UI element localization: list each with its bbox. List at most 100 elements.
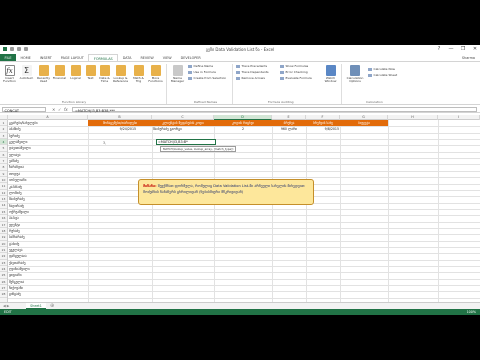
group-defined-names: Defined Names: [194, 100, 218, 104]
calculator-icon: [350, 65, 360, 76]
remove-arrows-button[interactable]: Remove Arrows: [236, 76, 265, 81]
use-in-formula-button[interactable]: Use in Formula: [188, 70, 216, 75]
enter-icon[interactable]: ✓: [58, 107, 61, 112]
data-cell[interactable]: 9/24/2015: [88, 126, 152, 132]
trace-dependents-icon: [236, 70, 240, 74]
more-book-icon: [150, 65, 161, 76]
trace-precedents-button[interactable]: Trace Precedents: [236, 64, 267, 69]
financial-button[interactable]: Financial: [52, 65, 67, 80]
trace-precedents-icon: [236, 64, 240, 68]
formula-tag-icon: [188, 70, 192, 74]
gridline: [8, 297, 480, 299]
gridline: [438, 120, 439, 302]
calculate-now-button[interactable]: Calculate Now: [368, 67, 395, 72]
calculate-sheet-button[interactable]: Calculate Sheet: [368, 73, 397, 78]
watch-window-button[interactable]: Watch Window: [323, 65, 338, 84]
tab-page-layout[interactable]: PAGE LAYOUT: [56, 54, 88, 61]
data-cell[interactable]: 2: [214, 126, 272, 132]
error-checking-icon: [280, 70, 284, 74]
ribbon: fx Insert Function Σ AutoSum Recently Us…: [0, 61, 480, 105]
text-button[interactable]: Text: [83, 65, 98, 80]
calculate-now-icon: [368, 67, 372, 71]
autosum-button[interactable]: Σ AutoSum: [19, 65, 34, 80]
ribbon-tabs: FILE HOME INSERT PAGE LAYOUT FORMULAS DA…: [0, 54, 480, 61]
tab-data[interactable]: DATA: [118, 54, 136, 61]
lookup-reference-button[interactable]: Lookup & Reference: [113, 65, 128, 84]
date-time-button[interactable]: Date & Time: [97, 65, 112, 84]
magnifier-book-icon: [115, 65, 126, 76]
more-functions-button[interactable]: More Functions: [148, 65, 163, 84]
function-tooltip: MATCH(lookup_value, lookup_array, [match…: [160, 146, 237, 152]
define-name-button[interactable]: Define Name: [188, 64, 213, 69]
text-book-icon: [85, 65, 96, 76]
insert-function-icon: fx: [4, 65, 15, 76]
formula-input[interactable]: =MATCH(I3,B3:B38,***: [72, 107, 477, 113]
logical-button[interactable]: Logical: [68, 65, 83, 80]
row-header[interactable]: 28: [0, 291, 7, 298]
gridline: [388, 120, 389, 302]
goal-callout: მიზანი: შევქმნათ ფორმულა, რომელიც Data V…: [138, 179, 314, 205]
sheet-nav-arrows-icon[interactable]: ◀ ▶: [3, 304, 10, 308]
gridline: [88, 120, 89, 302]
help-icon[interactable]: ?: [436, 46, 442, 52]
question-book-icon: [70, 65, 81, 76]
column-a-cell[interactable]: ცინცაძე: [8, 291, 88, 297]
tab-view[interactable]: VIEW: [158, 54, 176, 61]
tab-developer[interactable]: DEVELOPER: [176, 54, 205, 61]
zoom-level[interactable]: 100%: [467, 309, 476, 315]
group-divider: [166, 64, 167, 104]
gridline: [306, 120, 307, 302]
show-formulas-icon: [280, 64, 284, 68]
money-book-icon: [54, 65, 65, 76]
tab-review[interactable]: REVIEW: [136, 54, 158, 61]
calculation-options-button[interactable]: Calculation Options: [345, 65, 365, 84]
create-from-selection-button[interactable]: Create from Selection: [188, 76, 226, 81]
evaluate-formula-button[interactable]: Evaluate Formula: [280, 76, 312, 81]
group-divider: [232, 64, 233, 104]
show-formulas-button[interactable]: Show Formulas: [280, 64, 308, 69]
formula-bar: CONCAT ✕ ✓ fx =MATCH(I3,B3:B38,***: [0, 106, 480, 113]
active-cell[interactable]: =MATCH(I3,B3:B*: [156, 139, 216, 145]
watch-window-icon: [325, 65, 336, 76]
cancel-icon[interactable]: ✕: [52, 107, 55, 112]
row-headers: 1 2 3 4 5 6 7 8 9 10 11 12 13 14 15 16 17 18 19 20 21 22 23 24 2…: [0, 120, 8, 302]
window-controls: ? — ❐ ✕: [436, 46, 478, 52]
trace-dependents-button[interactable]: Trace Dependents: [236, 70, 269, 75]
user-name[interactable]: Sharma: [457, 54, 480, 61]
tab-insert[interactable]: INSERT: [35, 54, 56, 61]
header-cell[interactable]: ბიუჯეტი: [340, 120, 388, 127]
cell-grid[interactable]: მონაცემები/თარიღები კლიენტის შეფასების კ…: [8, 120, 480, 302]
gridline: [272, 120, 273, 302]
restore-icon[interactable]: ❐: [460, 46, 466, 52]
title-bar: გეზი Data Validation List ნა - Excel ? —…: [0, 45, 480, 54]
name-box[interactable]: CONCAT: [2, 107, 46, 113]
group-divider: [341, 64, 342, 104]
tab-file[interactable]: FILE: [0, 54, 16, 61]
callout-lead: მიზანი:: [143, 184, 157, 188]
tag-icon: [188, 64, 192, 68]
excel-window: გეზი Data Validation List ნა - Excel ? —…: [0, 45, 480, 315]
evaluate-formula-icon: [280, 76, 284, 80]
close-icon[interactable]: ✕: [472, 46, 478, 52]
data-cell[interactable]: მაისურაძე გიორგი: [152, 126, 214, 132]
window-title: გეზი Data Validation List ნა - Excel: [205, 47, 275, 52]
callout-text: შევქმნათ ფორმულა, რომელიც Data Validatio…: [143, 184, 305, 194]
gridline: [152, 120, 153, 302]
tab-home[interactable]: HOME: [16, 54, 35, 61]
recently-used-button[interactable]: Recently Used: [36, 65, 51, 84]
insert-function-button[interactable]: fx Insert Function: [2, 65, 17, 84]
tab-formulas[interactable]: FORMULAS: [88, 54, 119, 61]
math-trig-button[interactable]: Math & Trig: [131, 65, 146, 84]
data-cell[interactable]: 9/8/2015: [306, 126, 340, 132]
clock-book-icon: [99, 65, 110, 76]
data-cell[interactable]: 960 ლარი: [272, 126, 306, 132]
calculate-sheet-icon: [368, 73, 372, 77]
error-checking-button[interactable]: Error Checking: [280, 70, 308, 75]
group-calculation: Calculation: [366, 100, 383, 104]
name-manager-button[interactable]: Name Manager: [170, 65, 185, 84]
insert-function-fx-icon[interactable]: fx: [64, 107, 68, 112]
minimize-icon[interactable]: —: [448, 46, 454, 52]
name-tag-icon: [172, 65, 183, 76]
star-book-icon: [38, 65, 49, 76]
theta-book-icon: [133, 65, 144, 76]
